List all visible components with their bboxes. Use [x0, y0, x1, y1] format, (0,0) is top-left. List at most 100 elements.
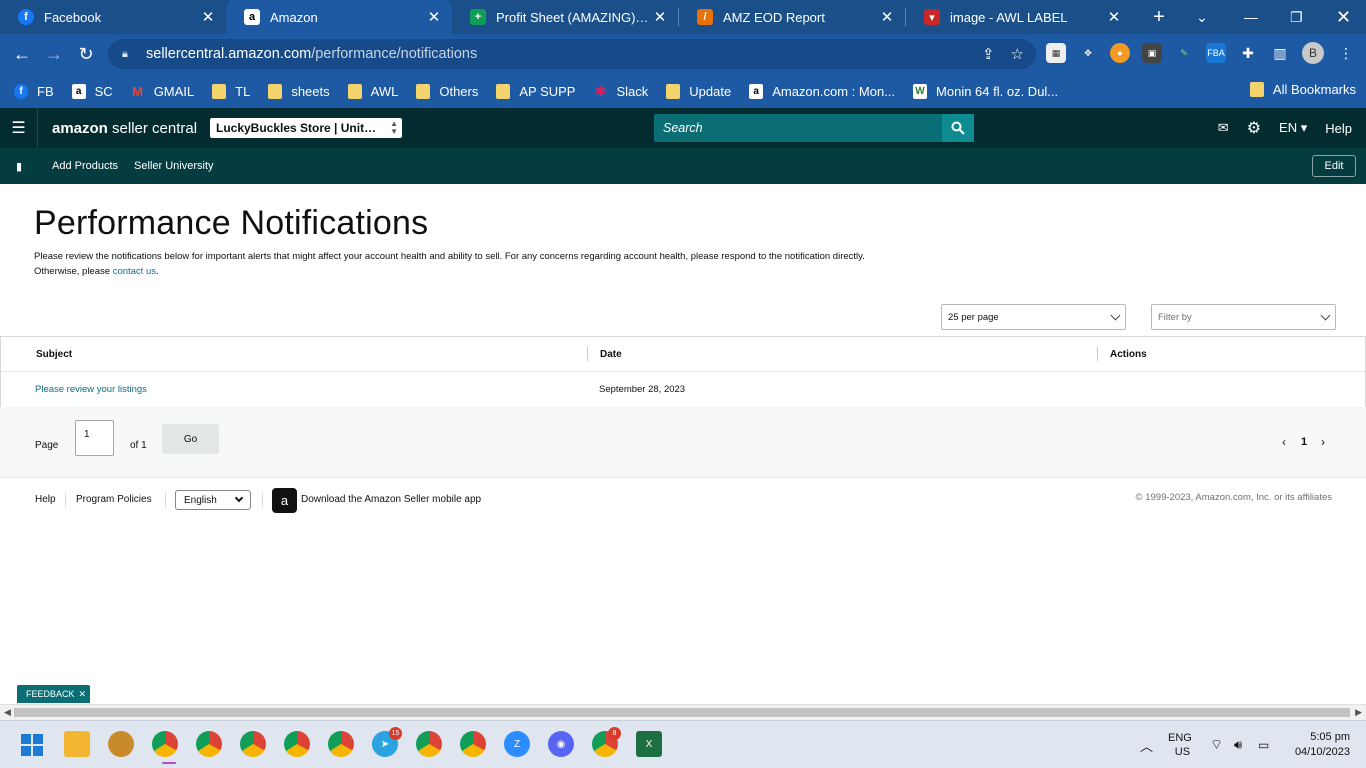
- chevron-up-icon[interactable]: ︿: [1140, 721, 1153, 768]
- edit-button[interactable]: Edit: [1312, 155, 1356, 177]
- close-icon[interactable]: ✕: [200, 8, 216, 26]
- menu-icon[interactable]: ☰: [0, 108, 38, 148]
- amazon-app-icon[interactable]: a: [272, 488, 297, 513]
- extension-icon[interactable]: ▦: [1046, 43, 1066, 63]
- volume-icon[interactable]: 🔊︎: [1234, 721, 1242, 768]
- tab-amazon[interactable]: a Amazon ✕: [226, 0, 452, 34]
- bookmark-others[interactable]: Others: [416, 83, 478, 99]
- filter-select[interactable]: Filter by: [1151, 304, 1336, 330]
- search-button[interactable]: [942, 114, 974, 142]
- maximize-button[interactable]: ❐: [1290, 0, 1303, 34]
- mail-icon[interactable]: ✉: [1218, 120, 1229, 136]
- excel-icon[interactable]: X: [636, 731, 662, 757]
- tab-search-button[interactable]: ⌄: [1196, 0, 1208, 34]
- store-selector[interactable]: LuckyBuckles Store | United States ▲▼: [210, 118, 402, 138]
- footer-help-link[interactable]: Help: [35, 494, 56, 505]
- language-select[interactable]: English: [175, 490, 251, 510]
- close-icon[interactable]: ✕: [426, 8, 442, 26]
- bookmark-sheets[interactable]: sheets: [268, 83, 330, 99]
- tab-facebook[interactable]: f Facebook ✕: [0, 0, 226, 34]
- seller-central-logo[interactable]: amazon seller central: [52, 120, 197, 137]
- bookmark-awl[interactable]: AWL: [347, 83, 398, 99]
- horizontal-scrollbar[interactable]: ◀ ▶: [0, 704, 1366, 720]
- window-close-button[interactable]: ✕: [1336, 0, 1351, 34]
- notification-subject-link[interactable]: Please review your listings: [35, 384, 147, 395]
- column-subject[interactable]: Subject: [36, 349, 72, 360]
- go-button[interactable]: Go: [162, 424, 219, 454]
- puzzle-icon[interactable]: ✚: [1238, 43, 1258, 63]
- bookmark-slack[interactable]: ✱ Slack: [593, 83, 649, 99]
- bookmark-fb[interactable]: f FB: [14, 83, 54, 99]
- reload-icon[interactable]: ↻: [70, 44, 102, 65]
- minimize-button[interactable]: —: [1244, 0, 1258, 34]
- column-date[interactable]: Date: [600, 349, 622, 360]
- language-selector[interactable]: EN ▾: [1279, 120, 1307, 136]
- sidepanel-icon[interactable]: ▥: [1270, 43, 1290, 63]
- chrome-icon[interactable]: [240, 731, 266, 757]
- chrome-icon[interactable]: [460, 731, 486, 757]
- bookmark-icon[interactable]: ▮: [0, 160, 38, 173]
- download-app-link[interactable]: Download the Amazon Seller mobile app: [301, 494, 481, 505]
- bookmark-sc[interactable]: a SC: [71, 83, 113, 99]
- menu-icon[interactable]: ⋮: [1336, 43, 1356, 63]
- extension-icon[interactable]: ●: [1110, 43, 1130, 63]
- program-policies-link[interactable]: Program Policies: [76, 494, 152, 505]
- chrome-icon[interactable]: [416, 731, 442, 757]
- bookmark-amazon-mon[interactable]: a Amazon.com : Mon...: [749, 83, 895, 99]
- new-tab-button[interactable]: +: [1144, 0, 1174, 34]
- share-icon[interactable]: ⇪: [982, 45, 995, 63]
- add-products-link[interactable]: Add Products: [52, 160, 118, 172]
- close-icon[interactable]: ✕: [1106, 8, 1122, 26]
- avatar[interactable]: B: [1302, 42, 1324, 64]
- battery-icon[interactable]: ▭: [1258, 721, 1269, 768]
- chrome-icon[interactable]: [284, 731, 310, 757]
- camera-icon[interactable]: ▣: [1142, 43, 1162, 63]
- close-icon[interactable]: ✕: [652, 8, 668, 26]
- close-icon[interactable]: ✕: [879, 8, 895, 26]
- page-number-input[interactable]: 1: [75, 420, 114, 456]
- zoom-icon[interactable]: Z: [504, 731, 530, 757]
- chevron-left-icon[interactable]: ‹: [1282, 435, 1286, 449]
- help-link[interactable]: Help: [1325, 121, 1352, 136]
- chrome-icon[interactable]: [152, 731, 178, 757]
- app-icon[interactable]: [108, 731, 134, 757]
- scroll-right-icon[interactable]: ▶: [1355, 707, 1362, 718]
- chrome-icon[interactable]: [328, 731, 354, 757]
- bookmark-ap-supp[interactable]: AP SUPP: [496, 83, 575, 99]
- per-page-select[interactable]: 25 per page: [941, 304, 1126, 330]
- seller-university-link[interactable]: Seller University: [134, 160, 213, 172]
- fba-icon[interactable]: FBA: [1206, 43, 1226, 63]
- url-bar[interactable]: 🔒︎ sellercentral.amazon.com/performance/…: [108, 39, 1036, 69]
- bookmark-monin[interactable]: W Monin 64 fl. oz. Dul...: [913, 83, 1058, 99]
- bookmark-update[interactable]: Update: [666, 83, 731, 99]
- forward-icon[interactable]: →: [38, 44, 70, 65]
- tab-eod-report[interactable]: / AMZ EOD Report ✕: [679, 0, 905, 34]
- scroll-left-icon[interactable]: ◀: [4, 707, 11, 718]
- notification-date: September 28, 2023: [599, 384, 686, 395]
- report-icon: /: [697, 9, 713, 25]
- language-indicator[interactable]: ENG US: [1168, 721, 1192, 768]
- close-icon[interactable]: ✕: [79, 689, 87, 700]
- chevron-right-icon[interactable]: ›: [1321, 435, 1325, 449]
- tab-profit-sheet[interactable]: + Profit Sheet (AMAZING) - Google Sheets…: [452, 0, 678, 34]
- tab-awl-label[interactable]: ▾ image - AWL LABEL ✕: [906, 0, 1132, 34]
- star-icon[interactable]: ☆: [1011, 45, 1024, 63]
- windows-start-icon[interactable]: [21, 734, 43, 756]
- bookmark-gmail[interactable]: M GMAIL: [131, 84, 194, 99]
- scrollbar-thumb[interactable]: [14, 708, 1350, 717]
- notification-badge: 15: [389, 727, 402, 740]
- file-explorer-icon[interactable]: [64, 731, 90, 757]
- extension-icon[interactable]: ✎: [1174, 43, 1194, 63]
- discord-icon[interactable]: ◉: [548, 731, 574, 757]
- feedback-button[interactable]: FEEDBACK ✕: [17, 685, 90, 703]
- search-input[interactable]: Search: [654, 114, 942, 142]
- gear-icon[interactable]: ⚙: [1247, 118, 1261, 138]
- all-bookmarks[interactable]: All Bookmarks: [1249, 82, 1356, 97]
- back-icon[interactable]: ←: [6, 44, 38, 65]
- chrome-icon[interactable]: [196, 731, 222, 757]
- clock[interactable]: 5:05 pm 04/10/2023: [1288, 721, 1350, 768]
- bookmark-tl[interactable]: TL: [212, 83, 250, 99]
- extension-icon[interactable]: ✥: [1078, 43, 1098, 63]
- contact-us-link[interactable]: contact us: [113, 266, 156, 277]
- wifi-icon[interactable]: ⌔: [1210, 721, 1223, 768]
